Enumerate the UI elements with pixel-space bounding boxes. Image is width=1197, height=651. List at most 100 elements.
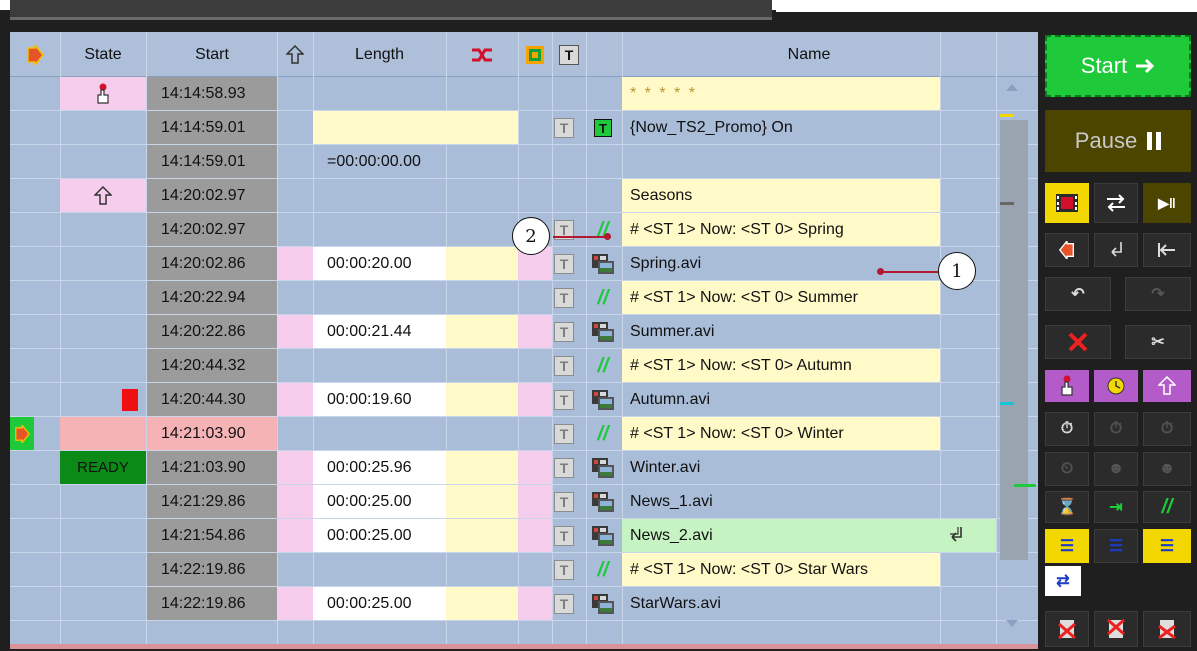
block-start-icon (94, 185, 112, 205)
delete-button[interactable] (1045, 325, 1111, 359)
comment-icon: // (597, 558, 609, 581)
comment-icon: // (597, 218, 609, 241)
titles-toggle-button[interactable]: T (554, 254, 574, 274)
move-down-button[interactable]: ☰ (1045, 529, 1089, 563)
playlist-row[interactable]: 14:21:54.86 00:00:25.00 T News_2.avi (10, 519, 1038, 553)
jump-start-button[interactable] (1143, 233, 1191, 267)
titles-toggle-button[interactable]: T (554, 492, 574, 512)
name-cell: * * * * * (622, 77, 940, 110)
fixed-time-column-icon[interactable] (277, 32, 313, 77)
playlist-row[interactable]: 14:20:22.86 00:00:21.44 T Summer.avi (10, 315, 1038, 349)
pause-button[interactable]: Pause (1045, 110, 1191, 172)
film-mode-button[interactable] (1045, 183, 1089, 223)
horizontal-scrollbar[interactable] (10, 0, 772, 20)
swap-button[interactable] (1094, 183, 1138, 223)
timer-1-button[interactable]: ⏱ (1045, 412, 1089, 446)
redo-icon: ↷ (1151, 286, 1165, 303)
pink-cell (277, 587, 313, 620)
pink-cell (518, 587, 552, 620)
video-file-icon (590, 387, 616, 413)
name-cell: # <ST 1> Now: <ST 0> Star Wars (622, 553, 940, 586)
playlist-row[interactable]: READY 14:21:03.90 00:00:25.96 T Winter.a… (10, 451, 1038, 485)
titles-toggle-button[interactable]: T (554, 560, 574, 580)
titles-toggle-button[interactable]: T (554, 458, 574, 478)
hand-icon (1061, 375, 1073, 396)
start-time-cell: 14:21:54.86 (147, 519, 277, 552)
manual-start-button[interactable] (1045, 370, 1089, 402)
timer-3-button[interactable]: ⏱ (1143, 412, 1191, 446)
timer-icon: ⏱ (1060, 420, 1074, 437)
playlist-row[interactable]: 14:22:19.86 T // # <ST 1> Now: <ST 0> St… (10, 553, 1038, 587)
playlist-row[interactable]: 14:22:19.86 00:00:25.00 T StarWars.avi (10, 587, 1038, 621)
fixed-time-button[interactable] (1094, 370, 1138, 402)
film-icon (1056, 194, 1078, 212)
titles-toggle-button[interactable]: T (554, 526, 574, 546)
align-button[interactable]: ☰ (1143, 529, 1191, 563)
start-time-cell: 14:20:44.30 (147, 383, 277, 416)
titles-toggle-button[interactable]: T (554, 390, 574, 410)
titles-toggle-button[interactable]: T (554, 322, 574, 342)
return-button[interactable] (1094, 233, 1138, 267)
start-button[interactable]: Start (1045, 35, 1191, 97)
hourglass-button[interactable]: ⌛ (1045, 491, 1089, 523)
list-align-icon: ☰ (1159, 538, 1175, 555)
titles-column-icon[interactable]: T (552, 32, 586, 77)
timer-icon: ⏱ (1160, 420, 1174, 437)
playlist-row[interactable]: 14:14:59.01 =00:00:00.00 (10, 145, 1038, 179)
play-pause-button[interactable]: ▶ǁ (1143, 183, 1191, 223)
redo-button[interactable]: ↷ (1125, 277, 1191, 311)
current-marker-column-icon[interactable] (10, 32, 60, 77)
goto-current-button[interactable] (1045, 233, 1089, 267)
insert-button[interactable]: ⇥ (1094, 491, 1138, 523)
name-cell: News_2.avi (622, 519, 996, 552)
shuffle-column-icon[interactable] (446, 32, 518, 77)
delete-selected-button[interactable] (1094, 611, 1138, 647)
start-time-cell: 14:22:19.86 (147, 587, 277, 620)
move-up-button[interactable]: ☰ (1094, 529, 1138, 563)
timer-2-button[interactable]: ⏱ (1094, 412, 1138, 446)
scroll-down-arrow[interactable] (1006, 620, 1018, 627)
pink-cell (518, 485, 552, 518)
playlist-row[interactable]: 14:21:03.90 T // # <ST 1> Now: <ST 0> Wi… (10, 417, 1038, 451)
scroll-up-arrow[interactable] (1006, 84, 1018, 91)
undo-button[interactable]: ↶ (1045, 277, 1111, 311)
return-icon (946, 525, 966, 550)
block-start-button[interactable] (1143, 370, 1191, 402)
playlist-row[interactable]: 14:14:59.01 T T {Now_TS2_Promo} On (10, 111, 1038, 145)
start-time-cell: 14:14:59.01 (147, 145, 277, 178)
playlist-row[interactable]: 14:20:22.94 T // # <ST 1> Now: <ST 0> Su… (10, 281, 1038, 315)
state-header[interactable]: State (60, 32, 146, 77)
titles-toggle-button[interactable]: T (554, 594, 574, 614)
timer-icon: ⏱ (1109, 420, 1123, 437)
length-cell: 00:00:21.44 (313, 315, 446, 348)
user-2-button[interactable]: ☻ (1143, 452, 1191, 486)
delete-above-button[interactable] (1045, 611, 1089, 647)
cut-button[interactable]: ✂ (1125, 325, 1191, 359)
length-header[interactable]: Length (313, 32, 446, 77)
start-time-cell: 14:21:03.90 (147, 451, 277, 484)
callout-1-line (880, 271, 940, 273)
length-cell: =00:00:00.00 (327, 152, 421, 170)
pause-button-label: Pause (1074, 128, 1138, 153)
start-header[interactable]: Start (147, 32, 277, 77)
vertical-scrollbar-thumb[interactable] (1000, 120, 1028, 560)
titles-toggle-button[interactable]: T (554, 356, 574, 376)
titles-toggle-button[interactable]: T (554, 288, 574, 308)
playlist-row[interactable]: 14:20:44.32 T // # <ST 1> Now: <ST 0> Au… (10, 349, 1038, 383)
swap-items-button[interactable]: ⇄ (1045, 566, 1081, 596)
delete-below-button[interactable] (1143, 611, 1191, 647)
titles-toggle-button[interactable]: T (554, 424, 574, 444)
name-cell: # <ST 1> Now: <ST 0> Winter (622, 417, 940, 450)
titles-toggle-button[interactable]: T (554, 118, 574, 138)
playlist-row[interactable]: 14:14:58.93 * * * * * (10, 77, 1038, 111)
loop-column-icon[interactable] (518, 32, 552, 77)
playlist-row[interactable]: 14:21:29.86 00:00:25.00 T News_1.avi (10, 485, 1038, 519)
user-1-button[interactable]: ☻ (1094, 452, 1138, 486)
yellow-cell (446, 451, 518, 484)
arrow-right-icon (1136, 58, 1155, 74)
playlist-row[interactable]: 14:20:44.30 00:00:19.60 T Autumn.avi (10, 383, 1038, 417)
playlist-row[interactable]: 14:20:02.97 Seasons (10, 179, 1038, 213)
comment-button[interactable]: // (1143, 491, 1191, 523)
timer-4-button[interactable]: ⏲ (1045, 452, 1089, 486)
pink-cell (518, 451, 552, 484)
